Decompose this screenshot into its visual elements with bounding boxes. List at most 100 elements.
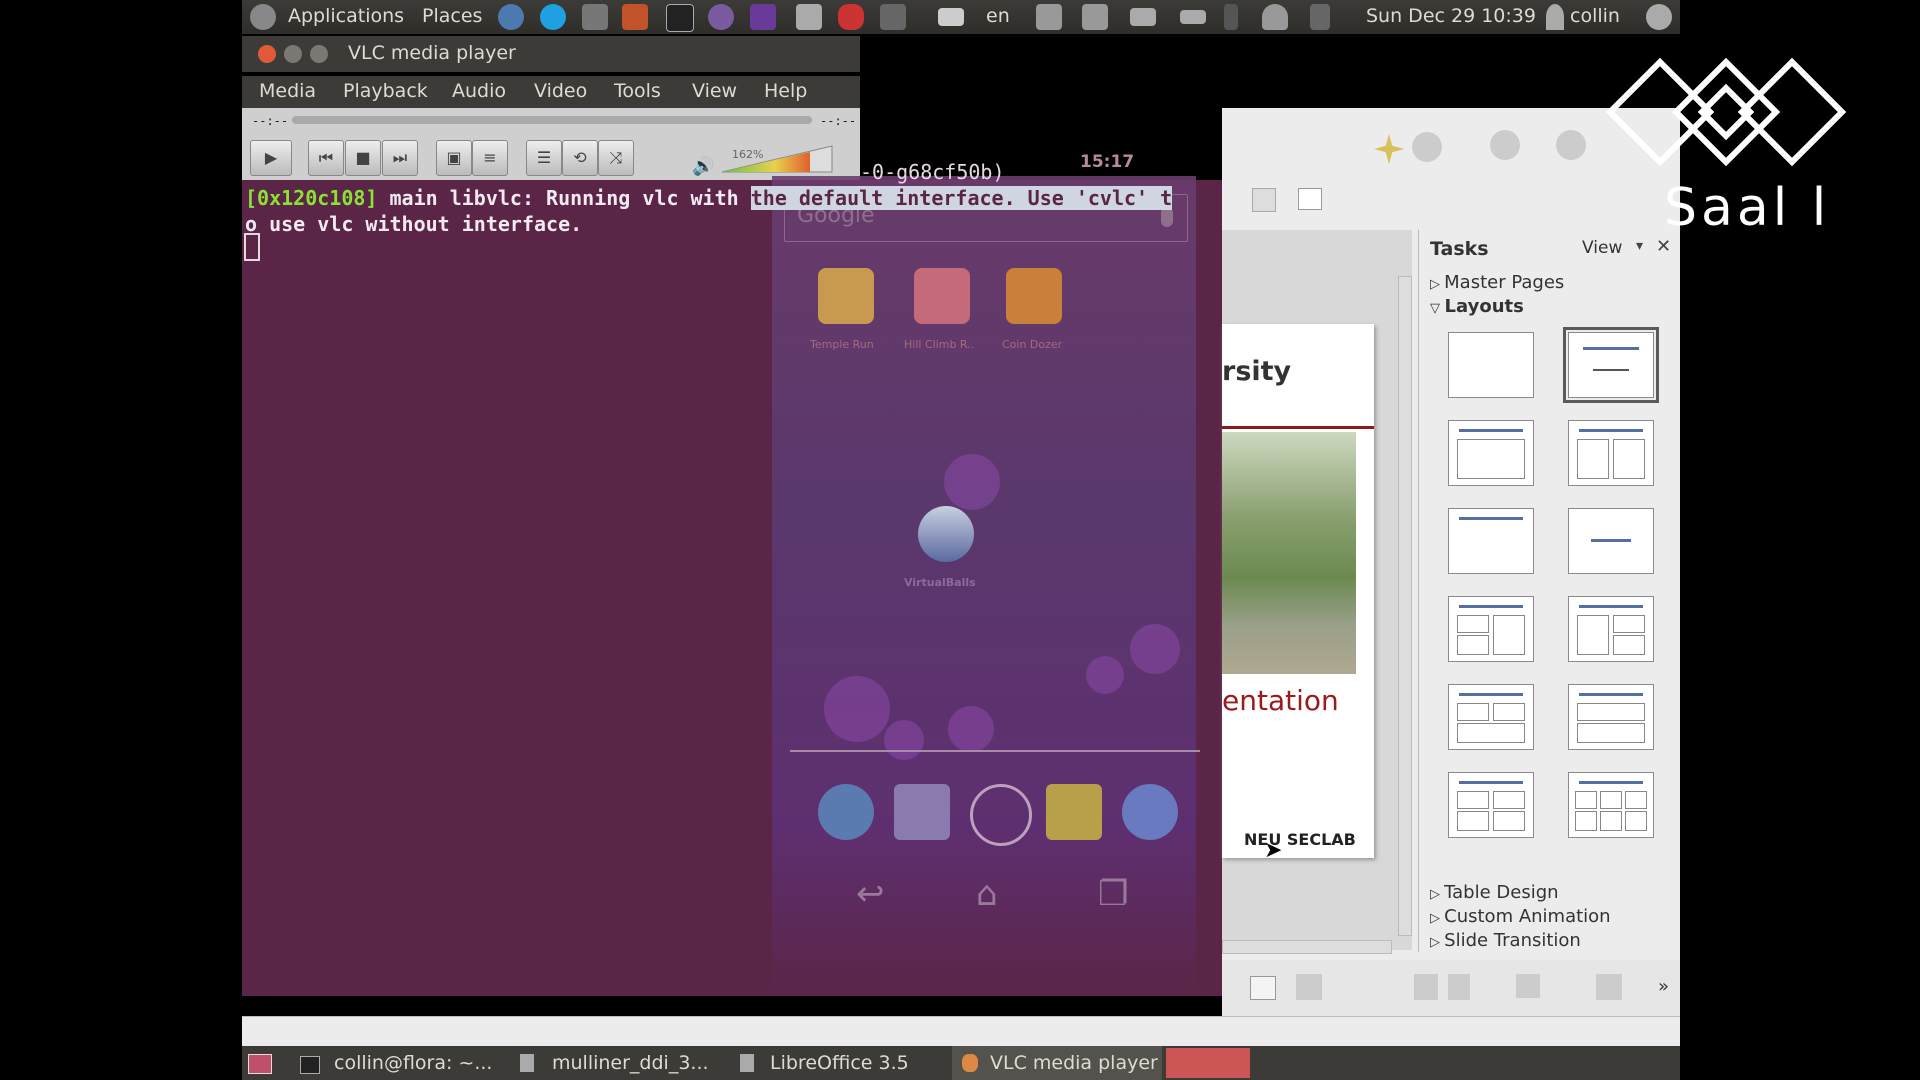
layout-2-content-over-content[interactable] (1448, 684, 1534, 750)
phone-icon[interactable] (818, 784, 874, 840)
clock[interactable]: Sun Dec 29 10:39 (1366, 5, 1536, 27)
extended-settings-button[interactable]: ≡ (472, 140, 508, 176)
zoom-pan-icon[interactable] (1296, 974, 1322, 1000)
taskbar-item-document[interactable]: mulliner_ddi_3... (552, 1052, 709, 1074)
layout-6-content[interactable] (1568, 772, 1654, 838)
more-tools-icon[interactable]: » (1658, 976, 1669, 997)
wifi-icon[interactable] (1262, 4, 1288, 30)
play-button[interactable]: ▶ (250, 140, 292, 176)
tools-icon[interactable] (622, 4, 648, 30)
app-drawer-icon[interactable] (970, 784, 1032, 846)
section-master-pages[interactable]: ▷ Master Pages (1430, 272, 1564, 293)
layout-content-over-content[interactable] (1568, 684, 1654, 750)
vlc-launcher-icon[interactable] (838, 4, 864, 30)
keyboard-icon[interactable] (938, 8, 964, 26)
menu-media[interactable]: Media (259, 80, 316, 102)
close-icon[interactable] (258, 45, 276, 63)
layout-content-2-content[interactable] (1568, 596, 1654, 662)
skype-icon[interactable] (540, 4, 566, 30)
rotate-tool-icon[interactable] (1490, 130, 1520, 160)
hill-climb-icon[interactable] (914, 268, 970, 324)
pidgin-icon[interactable] (708, 4, 734, 30)
align-icon[interactable] (1448, 974, 1470, 1000)
layout-4-content[interactable] (1448, 772, 1534, 838)
section-table-design[interactable]: ▷ Table Design (1430, 882, 1559, 903)
menu-audio[interactable]: Audio (452, 80, 506, 102)
dropbox-icon[interactable] (880, 4, 906, 30)
volume-muted-icon[interactable] (1310, 4, 1330, 30)
coin-dozer-icon[interactable] (1006, 268, 1062, 324)
user-name[interactable]: collin (1570, 5, 1620, 27)
show-desktop-icon[interactable] (248, 1054, 272, 1074)
contacts-icon[interactable] (894, 784, 950, 840)
layout-centered-text[interactable] (1568, 508, 1654, 574)
launcher-icon[interactable] (750, 4, 776, 30)
maximize-icon[interactable] (310, 45, 328, 63)
minimize-icon[interactable] (284, 45, 302, 63)
slide-title[interactable]: rsity (1222, 356, 1291, 387)
keyboard-layout[interactable]: en (986, 5, 1010, 27)
back-icon[interactable]: ↩ (856, 874, 885, 914)
thunderbird-icon[interactable] (498, 4, 524, 30)
bluetooth-icon[interactable] (1224, 4, 1238, 30)
slide-subtitle[interactable]: entation (1222, 684, 1339, 717)
spin-control-icon[interactable] (1252, 188, 1276, 212)
chevron-down-icon[interactable]: ▾ (1636, 238, 1643, 254)
applications-menu[interactable]: Applications (288, 5, 404, 27)
taskbar-item-libreoffice[interactable]: LibreOffice 3.5 (770, 1052, 909, 1074)
menu-tools[interactable]: Tools (614, 80, 661, 102)
horizontal-scrollbar[interactable] (1222, 940, 1392, 954)
shuffle-button[interactable]: ⤨ (598, 140, 634, 176)
zoom-tool-icon[interactable] (1412, 132, 1442, 162)
places-menu[interactable]: Places (422, 5, 482, 27)
menu-view[interactable]: View (692, 80, 737, 102)
browser-icon[interactable] (1122, 784, 1178, 840)
volume-icon[interactable]: 🔊 (692, 156, 714, 177)
section-custom-animation[interactable]: ▷ Custom Animation (1430, 906, 1611, 927)
temple-run-icon[interactable] (818, 268, 874, 324)
ubuntu-logo-icon[interactable] (250, 4, 276, 30)
recents-icon[interactable]: ❐ (1098, 874, 1128, 914)
taskbar-item-vlc[interactable]: VLC media player (990, 1052, 1158, 1074)
vertical-scrollbar[interactable] (1398, 276, 1412, 936)
layout-title-content[interactable] (1448, 420, 1534, 486)
next-button[interactable]: ⏭ (382, 140, 418, 176)
menu-video[interactable]: Video (534, 80, 587, 102)
stop-button[interactable]: ■ (345, 140, 381, 176)
previous-button[interactable]: ⏮ (308, 140, 344, 176)
messaging-icon[interactable] (1046, 784, 1102, 840)
playlist-button[interactable]: ☰ (526, 140, 562, 176)
select-icon[interactable] (1414, 974, 1438, 1000)
checkbox-icon[interactable] (1298, 188, 1322, 210)
loop-button[interactable]: ⟲ (562, 140, 598, 176)
section-slide-transition[interactable]: ▷ Slide Transition (1430, 930, 1581, 951)
section-layouts[interactable]: ▽ Layouts (1430, 296, 1524, 317)
battery-icon[interactable] (1180, 10, 1206, 24)
layout-blank[interactable] (1448, 332, 1534, 398)
mic-icon[interactable] (1161, 207, 1173, 227)
printer-icon[interactable] (796, 4, 822, 30)
menu-help[interactable]: Help (764, 80, 807, 102)
effects-tool-icon[interactable] (1556, 130, 1586, 160)
layout-title-only[interactable] (1448, 508, 1534, 574)
arrange-icon[interactable] (1516, 974, 1540, 998)
network-tool-icon[interactable] (582, 4, 608, 30)
tasks-view-menu[interactable]: View (1582, 238, 1622, 258)
slide-footer[interactable]: NEU SECLAB (1244, 830, 1356, 849)
text-box-icon[interactable] (1250, 976, 1276, 1000)
virtualballs-icon[interactable] (918, 506, 974, 562)
layout-2-content-title[interactable] (1448, 596, 1534, 662)
menu-playback[interactable]: Playback (343, 80, 428, 102)
layout-title-2-content[interactable] (1568, 420, 1654, 486)
fullscreen-button[interactable]: ▣ (436, 140, 472, 176)
taskbar-item-terminal[interactable]: collin@flora: ~... (334, 1052, 492, 1074)
workspace-switcher[interactable] (1166, 1048, 1250, 1078)
home-icon[interactable]: ⌂ (976, 874, 998, 914)
layout-title-slide[interactable] (1563, 327, 1659, 403)
session-gear-icon[interactable] (1646, 4, 1672, 30)
terminal-icon[interactable] (666, 4, 694, 32)
close-pane-icon[interactable]: ✕ (1656, 236, 1671, 257)
mail-icon[interactable] (1130, 8, 1156, 26)
shadow-icon[interactable] (1596, 974, 1622, 1000)
workspace-icon[interactable] (1082, 4, 1108, 30)
